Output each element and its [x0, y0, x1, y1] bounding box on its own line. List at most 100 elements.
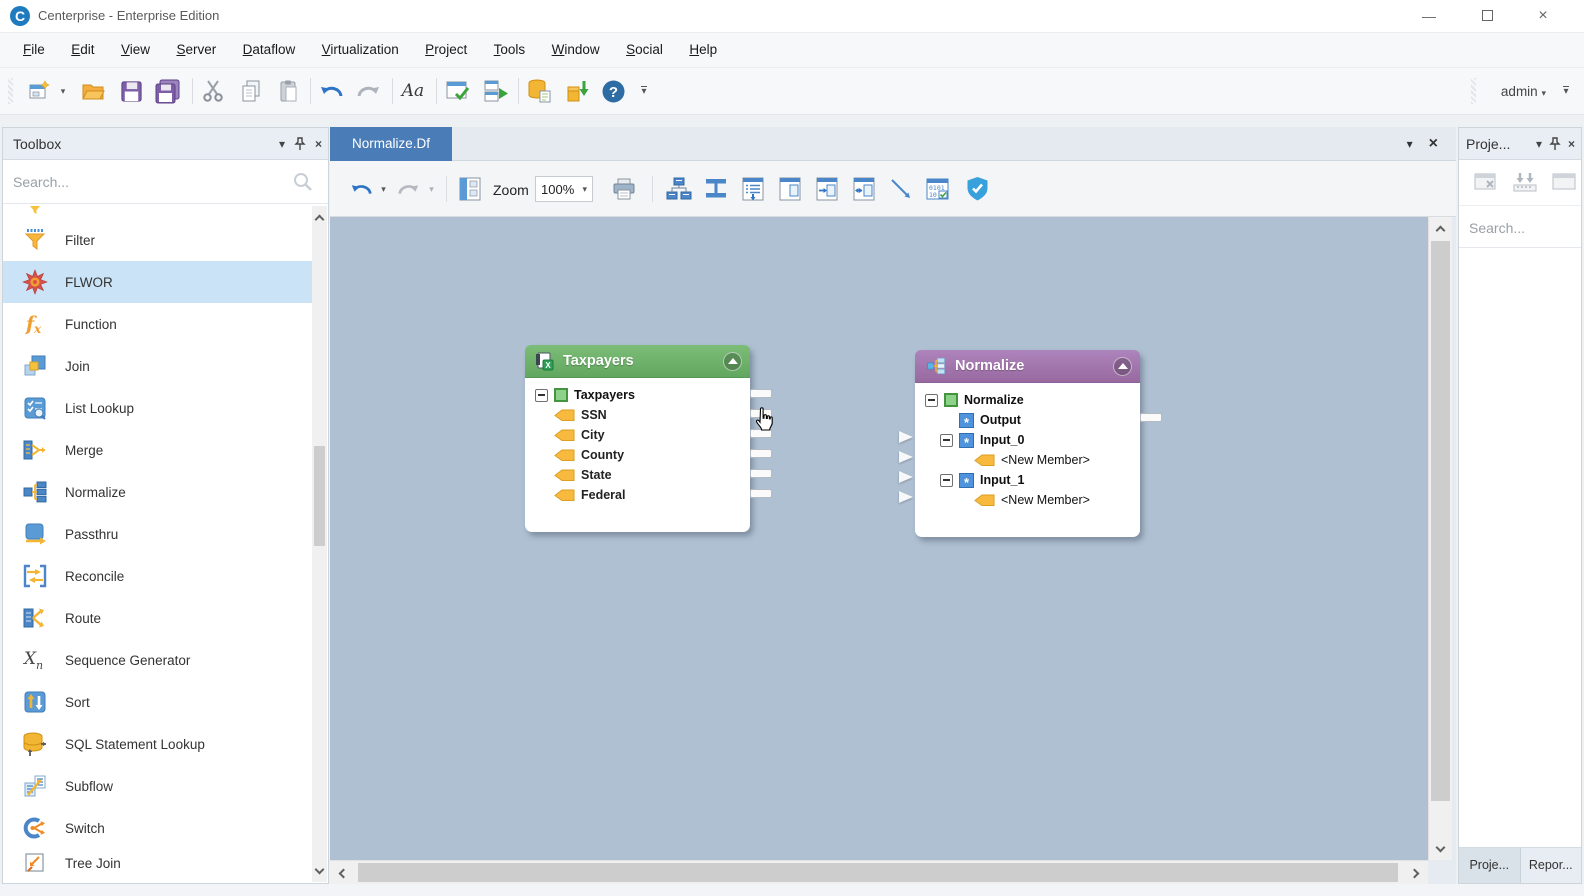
help-button[interactable]: ? — [598, 76, 628, 106]
toolbox-item-merge[interactable]: Merge — [3, 429, 313, 471]
tree-row-input0[interactable]: * Input_0 — [925, 430, 1134, 450]
panel-distribute-button[interactable] — [847, 174, 881, 204]
link-style-button[interactable] — [884, 174, 918, 204]
menu-view[interactable]: View — [110, 33, 161, 68]
toolbox-item-sql-statement-lookup[interactable]: SQL Statement Lookup — [3, 723, 313, 765]
toolbox-item-sequence-generator[interactable]: Xn Sequence Generator — [3, 639, 313, 681]
tree-row-new-member[interactable]: <New Member> — [925, 450, 1134, 470]
menu-help[interactable]: Help — [678, 33, 728, 68]
project-search-input[interactable] — [1469, 214, 1569, 242]
import-items-button[interactable] — [1511, 170, 1539, 199]
toolbox-item-switch[interactable]: Switch — [3, 807, 313, 849]
collapse-node-button[interactable] — [1113, 357, 1132, 376]
scroll-up-button[interactable] — [312, 206, 327, 228]
menu-edit[interactable]: Edit — [60, 33, 105, 68]
toolbox-item-reconcile[interactable]: Reconcile — [3, 555, 313, 597]
tab-report[interactable]: Repor... — [1521, 848, 1582, 883]
paste-button[interactable] — [274, 76, 304, 106]
database-lookup-button[interactable] — [524, 76, 554, 106]
menu-server[interactable]: Server — [165, 33, 227, 68]
preview-data-button[interactable]: 010110 — [921, 174, 955, 204]
menu-virtualization[interactable]: Virtualization — [311, 33, 410, 68]
font-button[interactable]: Aa — [398, 76, 428, 106]
menu-file[interactable]: File — [12, 33, 56, 68]
panel-layout-button[interactable] — [773, 174, 807, 204]
canvas-vertical-scrollbar[interactable] — [1428, 217, 1452, 860]
input-port[interactable] — [899, 451, 913, 463]
panel-expand-button[interactable] — [810, 174, 844, 204]
toolbar-grip[interactable] — [8, 78, 13, 104]
canvas-redo-button[interactable] — [394, 174, 424, 204]
toolbox-menu-caret-icon[interactable]: ▾ — [279, 128, 285, 160]
save-button[interactable] — [116, 76, 146, 106]
toolbox-item-list-lookup[interactable]: List Lookup — [3, 387, 313, 429]
redo-button[interactable] — [354, 76, 384, 106]
tree-row-input1[interactable]: * Input_1 — [925, 470, 1134, 490]
toolbar-overflow-button[interactable]: ▾ — [636, 76, 652, 106]
toolbox-search-input[interactable] — [13, 168, 257, 196]
tree-row-new-member[interactable]: <New Member> — [925, 490, 1134, 510]
scrollbar-thumb[interactable] — [358, 863, 1398, 882]
toolbar-overflow-button-right[interactable]: ▾ — [1558, 76, 1574, 106]
deploy-button[interactable] — [562, 76, 592, 106]
org-chart-layout-button[interactable] — [662, 174, 696, 204]
copy-button[interactable] — [236, 76, 266, 106]
list-layout-button[interactable] — [736, 174, 770, 204]
input-port[interactable] — [899, 491, 913, 503]
collapse-expander-icon[interactable] — [940, 474, 953, 487]
close-button[interactable]: × — [1528, 4, 1558, 28]
menu-dataflow[interactable]: Dataflow — [232, 33, 307, 68]
new-dropdown-caret[interactable]: ▾ — [56, 76, 70, 106]
run-window-button[interactable] — [480, 76, 510, 106]
toolbox-item-flwor[interactable]: FLWOR — [3, 261, 313, 303]
toolbox-item-join[interactable]: Join — [3, 345, 313, 387]
output-port[interactable] — [750, 389, 772, 398]
toolbox-item-filter[interactable]: Filter — [3, 219, 313, 261]
collapse-expander-icon[interactable] — [535, 389, 548, 402]
output-port[interactable] — [1140, 413, 1162, 422]
scroll-down-button[interactable] — [312, 860, 327, 882]
tab-project-explorer[interactable]: Proje... — [1459, 848, 1521, 883]
user-menu[interactable]: admin ▾ — [1501, 84, 1546, 99]
undo-button[interactable] — [316, 76, 346, 106]
collapse-expander-icon[interactable] — [925, 394, 938, 407]
tree-row-field[interactable]: State — [535, 465, 744, 485]
tree-row-field[interactable]: SSN — [535, 405, 744, 425]
input-port[interactable] — [899, 431, 913, 443]
output-port[interactable] — [750, 449, 772, 458]
collapse-expander-icon[interactable] — [940, 434, 953, 447]
canvas-undo-caret[interactable]: ▾ — [377, 174, 390, 204]
maximize-button[interactable] — [1472, 4, 1502, 28]
zoom-combobox[interactable]: 100% ▾ — [535, 176, 593, 202]
toolbox-item-function[interactable]: fx Function — [3, 303, 313, 345]
pin-icon[interactable] — [1549, 137, 1561, 151]
verify-window-button[interactable] — [442, 76, 472, 106]
toolbox-item-partial[interactable] — [3, 205, 313, 219]
input-port[interactable] — [899, 471, 913, 483]
tree-layout-button[interactable] — [699, 174, 733, 204]
canvas-redo-caret[interactable]: ▾ — [425, 174, 438, 204]
taxpayers-node[interactable]: X Taxpayers Taxpayers SSN — [525, 345, 750, 532]
toolbox-scrollbar[interactable] — [312, 206, 327, 882]
toolbox-item-sort[interactable]: Sort — [3, 681, 313, 723]
toolbox-close-icon[interactable]: × — [315, 128, 322, 160]
scroll-up-button[interactable] — [1429, 217, 1452, 239]
dataflow-canvas[interactable]: X Taxpayers Taxpayers SSN — [330, 217, 1428, 860]
output-port[interactable] — [750, 469, 772, 478]
tree-row-field[interactable]: County — [535, 445, 744, 465]
project-close-icon[interactable]: × — [1568, 128, 1575, 160]
scrollbar-thumb[interactable] — [314, 446, 325, 546]
open-button[interactable] — [78, 76, 108, 106]
toolbox-item-tree-join[interactable]: Tree Join — [3, 849, 313, 877]
collapse-node-button[interactable] — [723, 352, 742, 371]
new-dataflow-button[interactable] — [24, 76, 54, 106]
scroll-right-button[interactable] — [1404, 861, 1428, 885]
close-project-button[interactable] — [1473, 170, 1499, 199]
project-menu-caret-icon[interactable]: ▾ — [1536, 128, 1542, 160]
normalize-node[interactable]: Normalize Normalize * Output — [915, 350, 1140, 537]
layout-options-button[interactable] — [454, 174, 486, 204]
project-tree-area[interactable] — [1459, 249, 1581, 847]
tree-row-root[interactable]: Taxpayers — [535, 385, 744, 405]
tree-row-field[interactable]: City — [535, 425, 744, 445]
tab-normalize-df[interactable]: Normalize.Df — [330, 127, 452, 161]
